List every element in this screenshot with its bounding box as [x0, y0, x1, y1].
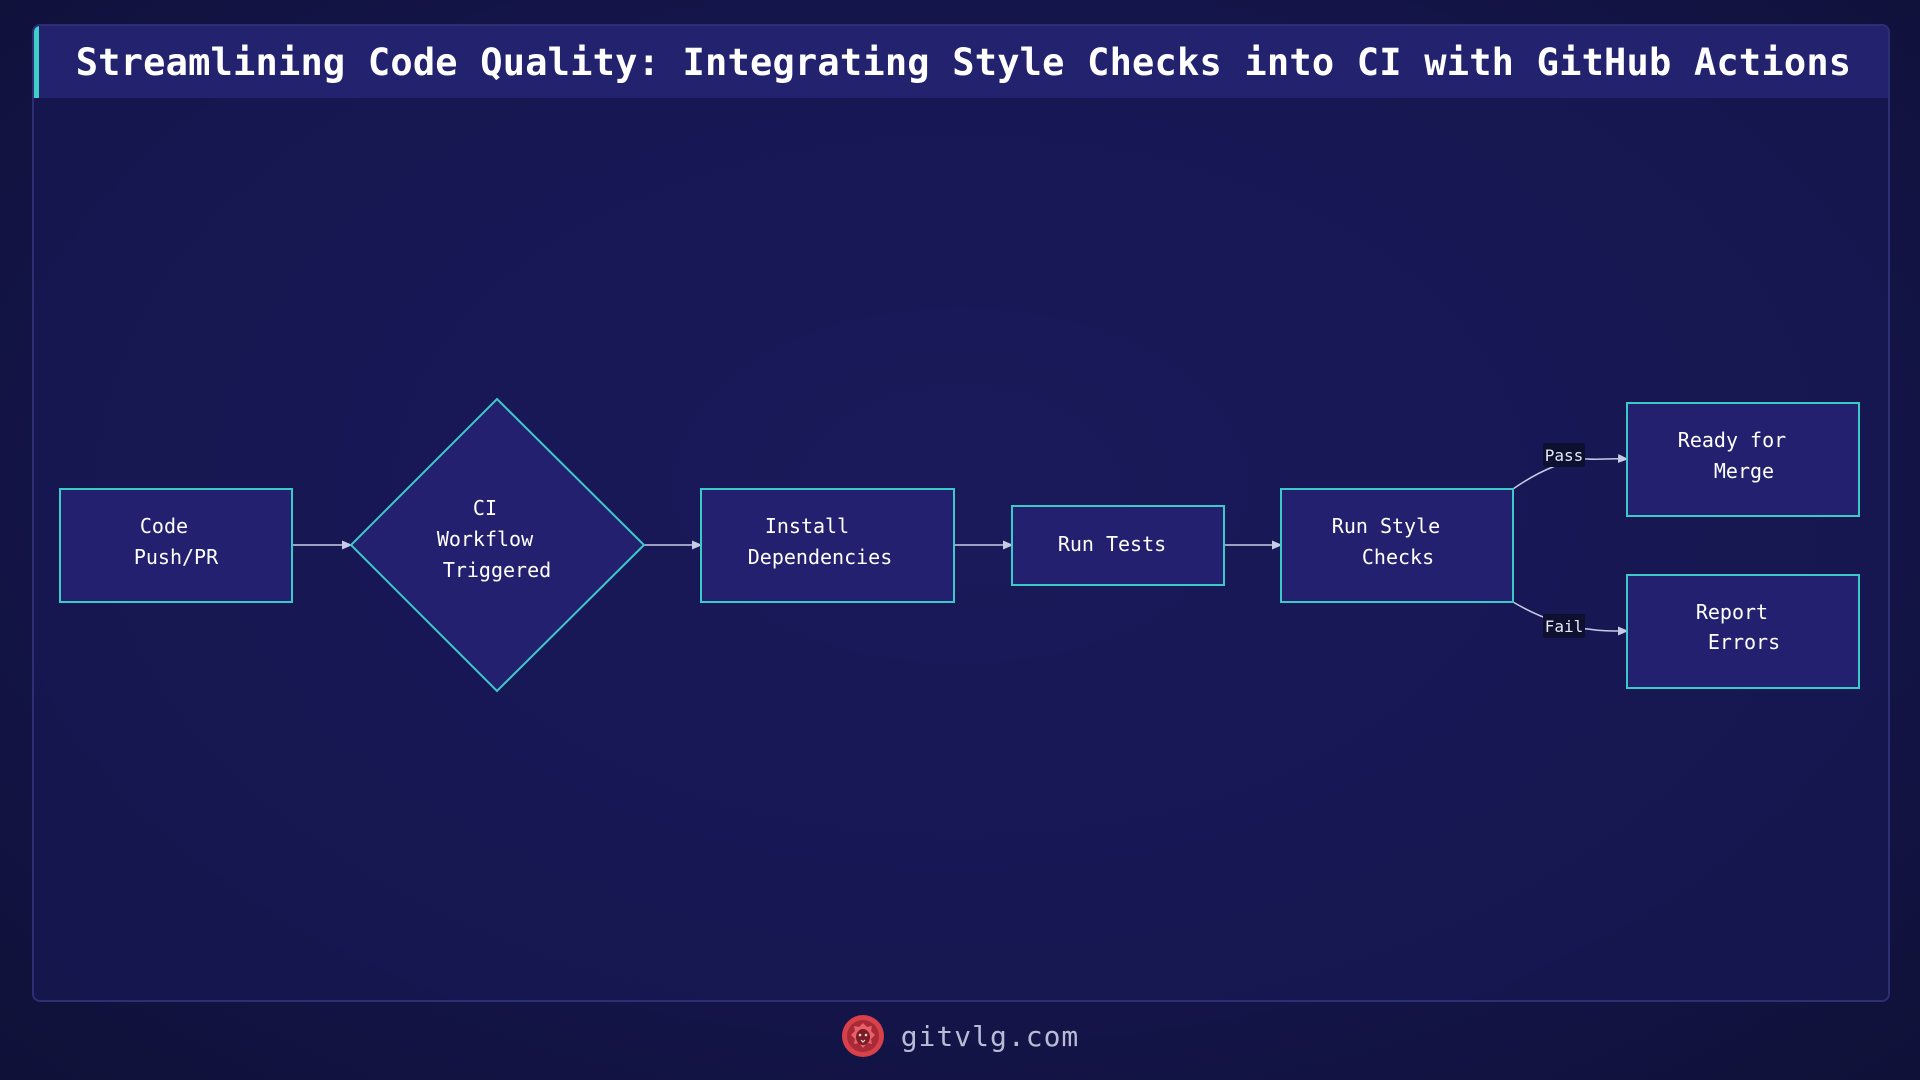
node-errors-line-2: Errors: [1708, 630, 1780, 654]
node-ci-line-2: Workflow: [437, 527, 534, 551]
node-errors-line-1: Report: [1696, 600, 1768, 624]
node-ci-triggered: CI Workflow Triggered: [349, 397, 646, 693]
node-code-push-line-1: Code: [140, 514, 188, 538]
node-merge-line-1: Ready for: [1678, 428, 1786, 452]
node-run-tests: Run Tests: [1011, 505, 1225, 586]
node-merge-line-2: Merge: [1714, 459, 1774, 483]
node-style-line-1: Run Style: [1332, 514, 1440, 538]
site-link[interactable]: gitvlg.com: [901, 1020, 1080, 1053]
footer: gitvlg.com: [0, 1010, 1920, 1062]
node-report-errors: Report Errors: [1626, 574, 1860, 689]
flowchart: Pass Fail Code Push/PR CI Workflow Trigg…: [59, 397, 1860, 693]
node-install-line-2: Dependencies: [748, 545, 893, 569]
node-ci-line-1: CI: [473, 496, 497, 520]
pass-label: Pass: [1545, 446, 1584, 465]
node-style-line-2: Checks: [1362, 545, 1434, 569]
edge-label-fail: Fail: [1543, 614, 1585, 638]
fail-label: Fail: [1545, 617, 1584, 636]
node-run-tests-line-1: Run Tests: [1058, 532, 1166, 556]
svg-text:Run Tests: Run Tests: [1058, 532, 1166, 556]
node-code-push: Code Push/PR: [59, 488, 293, 603]
node-code-push-line-2: Push/PR: [134, 545, 219, 569]
node-run-style: Run Style Checks: [1280, 488, 1514, 603]
edge-label-pass: Pass: [1543, 443, 1585, 467]
node-install-line-1: Install: [765, 514, 849, 538]
lion-head-icon: [841, 1015, 884, 1057]
node-ci-line-3: Triggered: [443, 558, 551, 582]
node-ready-merge: Ready for Merge: [1626, 402, 1860, 517]
node-install-deps: Install Dependencies: [700, 488, 955, 603]
